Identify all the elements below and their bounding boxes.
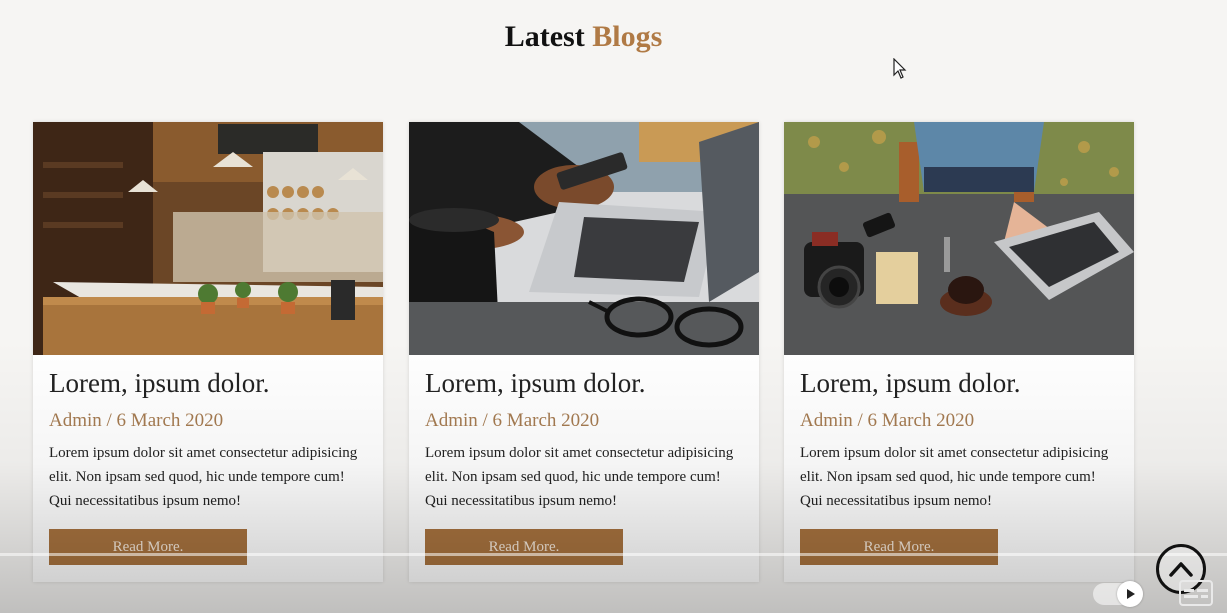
- blog-card-body: Lorem, ipsum dolor. Admin / 6 March 2020…: [33, 355, 383, 565]
- blog-card-meta: Admin / 6 March 2020: [800, 410, 975, 431]
- blog-card-title[interactable]: Lorem, ipsum dolor.: [49, 367, 367, 399]
- blog-card-text: Lorem ipsum dolor sit amet consectetur a…: [49, 445, 358, 509]
- blog-card: Lorem, ipsum dolor. Admin / 6 March 2020…: [784, 122, 1134, 582]
- read-more-button[interactable]: Read More.: [49, 529, 247, 565]
- blog-card-title[interactable]: Lorem, ipsum dolor.: [425, 367, 743, 399]
- play-icon: [1127, 589, 1135, 599]
- autoplay-knob: [1117, 581, 1143, 607]
- section-title: Latest Blogs: [0, 20, 1167, 54]
- read-more-button[interactable]: Read More.: [800, 529, 998, 565]
- blog-image-laptop-phone[interactable]: [409, 122, 759, 355]
- section-title-accent: Blogs: [592, 20, 663, 53]
- subtitles-icon[interactable]: [1179, 580, 1213, 606]
- autoplay-toggle[interactable]: [1093, 581, 1143, 607]
- blog-card-body: Lorem, ipsum dolor. Admin / 6 March 2020…: [784, 355, 1134, 565]
- blog-card-text: Lorem ipsum dolor sit amet consectetur a…: [425, 445, 734, 509]
- blog-card: Lorem, ipsum dolor. Admin / 6 March 2020…: [33, 122, 383, 582]
- blog-cards: Lorem, ipsum dolor. Admin / 6 March 2020…: [33, 122, 1135, 584]
- read-more-button[interactable]: Read More.: [425, 529, 623, 565]
- chevron-up-icon: [1169, 562, 1193, 577]
- blog-card-title[interactable]: Lorem, ipsum dolor.: [800, 367, 1118, 399]
- section-title-main: Latest: [504, 20, 585, 53]
- blog-card-body: Lorem, ipsum dolor. Admin / 6 March 2020…: [409, 355, 759, 565]
- blog-image-bakery[interactable]: [33, 122, 383, 355]
- blog-card: Lorem, ipsum dolor. Admin / 6 March 2020…: [409, 122, 759, 582]
- blog-card-meta: Admin / 6 March 2020: [425, 410, 600, 431]
- blog-image-desk-camera[interactable]: [784, 122, 1134, 355]
- page: Latest Blogs Lorem, ipsum dolor. Admin /…: [0, 0, 1227, 613]
- blog-card-text: Lorem ipsum dolor sit amet consectetur a…: [800, 445, 1109, 509]
- mouse-cursor-icon: [893, 58, 907, 79]
- video-progress-bar[interactable]: [0, 553, 1227, 556]
- blog-card-meta: Admin / 6 March 2020: [49, 410, 224, 431]
